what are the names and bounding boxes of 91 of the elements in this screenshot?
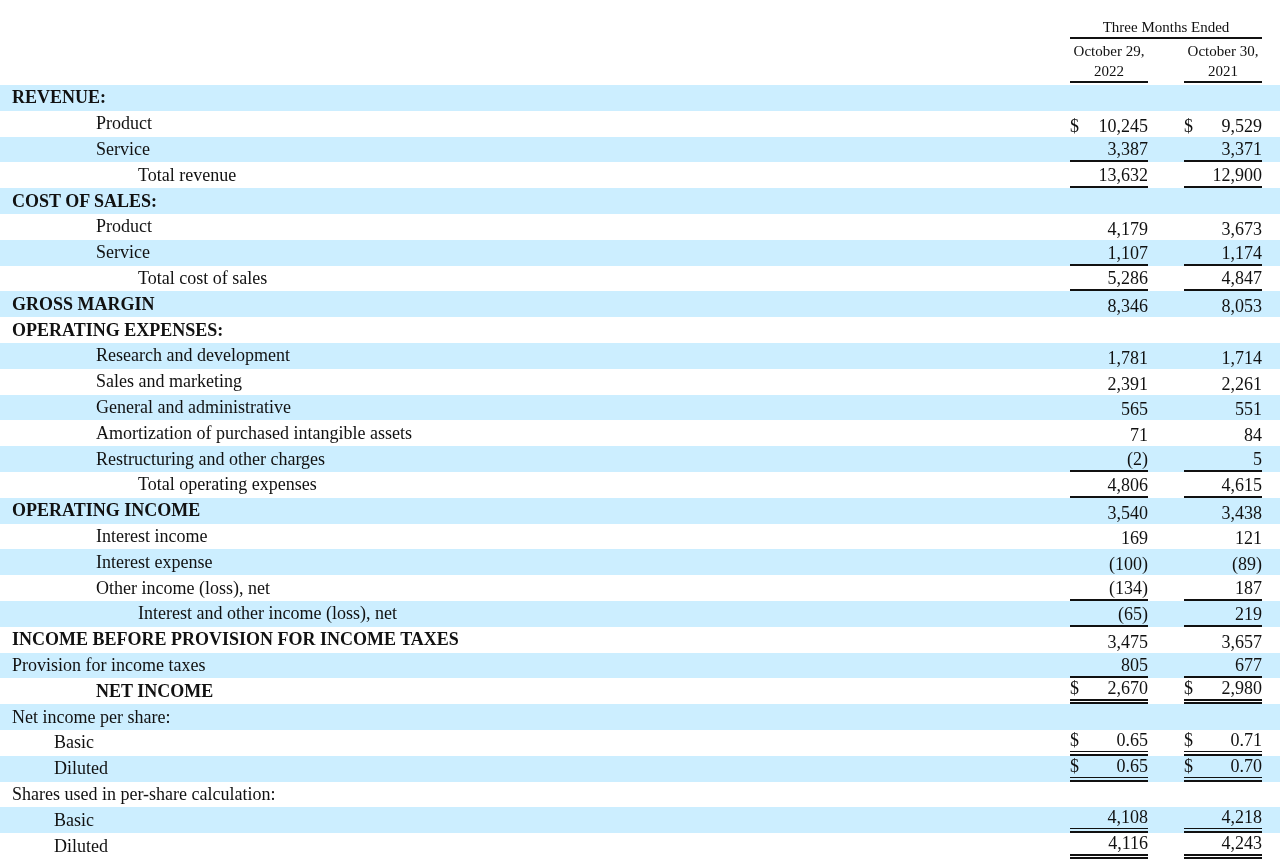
amount: 2,261 — [1221, 372, 1262, 395]
amount: 8,346 — [1107, 295, 1148, 318]
amount: 5,286 — [1107, 267, 1148, 290]
row-label: Sales and marketing — [95, 370, 242, 394]
currency-symbol: $ — [1070, 114, 1079, 137]
amount: 805 — [1121, 654, 1148, 677]
amount: 3,475 — [1107, 630, 1148, 653]
row-label: Amortization of purchased intangible assets — [95, 421, 412, 445]
row-label: Total revenue — [137, 163, 237, 187]
amount: 0.70 — [1230, 754, 1262, 777]
row-label: Shares used in per-share calculation: — [11, 782, 276, 806]
row-label: Restructuring and other charges — [95, 447, 326, 471]
column-heading: October 29, 2022 — [1070, 41, 1148, 83]
amount: 0.71 — [1230, 728, 1262, 751]
amount: 4,847 — [1221, 267, 1262, 290]
row-label: Interest expense — [95, 550, 213, 574]
amount: 3,540 — [1107, 501, 1148, 524]
currency-symbol: $ — [1184, 754, 1193, 777]
amount: 3,371 — [1221, 138, 1262, 161]
amount: 4,116 — [1108, 831, 1148, 854]
amount: 4,179 — [1107, 217, 1148, 240]
currency-symbol: $ — [1184, 728, 1193, 751]
row-label: Interest and other income (loss), net — [137, 602, 397, 626]
amount: 12,900 — [1212, 164, 1262, 187]
row-label: Total cost of sales — [137, 267, 268, 290]
amount: 0.65 — [1116, 728, 1148, 751]
row-label: Basic — [53, 808, 94, 832]
currency-symbol: $ — [1184, 114, 1193, 137]
row-label: Service — [95, 138, 150, 161]
row-label: REVENUE: — [11, 86, 106, 110]
amount: 9,529 — [1221, 114, 1262, 137]
amount: 3,438 — [1221, 501, 1262, 524]
amount: 4,243 — [1221, 831, 1262, 854]
column-group-heading: Three Months Ended — [1070, 18, 1262, 39]
amount: 8,053 — [1221, 295, 1262, 318]
amount: 2,980 — [1221, 677, 1262, 700]
amount: 2,391 — [1107, 372, 1148, 395]
amount: 3,387 — [1107, 138, 1148, 161]
row-label: Diluted — [53, 834, 108, 858]
amount: (65) — [1118, 602, 1148, 625]
amount: 677 — [1235, 654, 1262, 677]
row-label: Research and development — [95, 344, 290, 368]
column-heading: October 30, 2021 — [1184, 41, 1262, 83]
amount: 121 — [1235, 527, 1262, 550]
row-label: Product — [95, 215, 152, 239]
amount: 4,108 — [1107, 806, 1148, 829]
row-label: Other income (loss), net — [95, 576, 270, 600]
row-label: Interest income — [95, 524, 208, 548]
amount: 219 — [1235, 602, 1262, 625]
currency-symbol: $ — [1070, 754, 1079, 777]
currency-symbol: $ — [1070, 677, 1079, 700]
currency-symbol: $ — [1184, 677, 1193, 700]
amount: 13,632 — [1098, 164, 1148, 187]
row-label: General and administrative — [95, 395, 291, 419]
row-label: Provision for income taxes — [11, 653, 206, 677]
row-label: Net income per share: — [11, 705, 171, 729]
row-label: Product — [95, 112, 152, 136]
amount: 1,174 — [1221, 241, 1262, 264]
amount: (100) — [1109, 553, 1148, 576]
amount: 2,670 — [1107, 677, 1148, 700]
amount: (134) — [1109, 576, 1148, 599]
amount: 10,245 — [1098, 114, 1148, 137]
row-label: COST OF SALES: — [11, 189, 158, 213]
row-label: OPERATING EXPENSES: — [11, 318, 224, 342]
amount: 3,657 — [1221, 630, 1262, 653]
row-label: Basic — [53, 731, 94, 755]
amount: 3,673 — [1221, 217, 1262, 240]
amount: 71 — [1130, 424, 1148, 447]
amount: 1,781 — [1107, 346, 1148, 369]
amount: 4,218 — [1221, 806, 1262, 829]
amount: (89) — [1232, 553, 1262, 576]
amount: (2) — [1127, 447, 1148, 470]
amount: 5 — [1253, 447, 1262, 470]
row-label: NET INCOME — [95, 679, 214, 703]
row-label: Diluted — [53, 757, 108, 781]
amount: 1,107 — [1107, 241, 1148, 264]
amount: 187 — [1235, 576, 1262, 599]
row-label: GROSS MARGIN — [11, 292, 155, 316]
amount: 169 — [1121, 527, 1148, 550]
currency-symbol: $ — [1070, 728, 1079, 751]
row-label: OPERATING INCOME — [11, 499, 201, 523]
row-label: Total operating expenses — [137, 473, 317, 497]
amount: 4,806 — [1107, 473, 1148, 496]
amount: 0.65 — [1116, 754, 1148, 777]
amount: 4,615 — [1221, 473, 1262, 496]
amount: 1,714 — [1221, 346, 1262, 369]
row-label: INCOME BEFORE PROVISION FOR INCOME TAXES — [11, 628, 459, 652]
amount: 84 — [1244, 424, 1262, 447]
amount: 565 — [1121, 398, 1148, 421]
row-label: Service — [95, 241, 150, 265]
amount: 551 — [1235, 398, 1262, 421]
